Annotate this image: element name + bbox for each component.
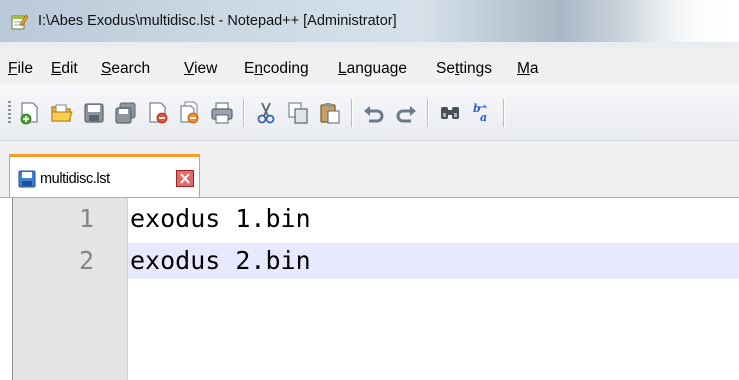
menu-search[interactable]: Search bbox=[101, 60, 150, 78]
menu-edit[interactable]: Edit bbox=[51, 60, 78, 78]
line-text[interactable]: exodus 1.bin bbox=[130, 204, 311, 233]
toolbar-grip[interactable] bbox=[8, 101, 11, 125]
line-text[interactable]: exodus 2.bin bbox=[130, 246, 311, 275]
tab-close-icon[interactable] bbox=[176, 170, 194, 187]
menu-macro[interactable]: Ma bbox=[517, 60, 539, 78]
editor-line[interactable]: 1 exodus 1.bin bbox=[0, 201, 739, 237]
close-icon[interactable] bbox=[146, 101, 170, 125]
save-all-icon[interactable] bbox=[114, 101, 138, 125]
cut-icon[interactable] bbox=[254, 101, 278, 125]
menu-bar: File Edit Search View Encoding Language … bbox=[0, 56, 739, 84]
floppy-disk-icon bbox=[18, 170, 36, 188]
new-file-icon[interactable] bbox=[18, 101, 42, 125]
copy-icon[interactable] bbox=[286, 101, 310, 125]
redo-icon[interactable] bbox=[394, 101, 418, 125]
close-all-icon[interactable] bbox=[178, 101, 202, 125]
menu-view[interactable]: View bbox=[184, 60, 217, 78]
notepad-plus-plus-icon bbox=[11, 14, 28, 30]
title-bar: I:\Abes Exodus\multidisc.lst - Notepad++… bbox=[0, 0, 739, 42]
editor-area[interactable]: 1 exodus 1.bin 2 exodus 2.bin bbox=[0, 198, 739, 380]
window-title: I:\Abes Exodus\multidisc.lst - Notepad++… bbox=[38, 13, 397, 29]
tab-multidisc-lst[interactable]: multidisc.lst bbox=[9, 154, 200, 197]
tab-label: multidisc.lst bbox=[40, 171, 110, 187]
line-number: 2 bbox=[78, 246, 94, 275]
editor-line-current[interactable]: 2 exodus 2.bin bbox=[0, 243, 739, 279]
svg-text:a: a bbox=[480, 111, 487, 124]
undo-icon[interactable] bbox=[362, 101, 386, 125]
notepad-plus-plus-window: I:\Abes Exodus\multidisc.lst - Notepad++… bbox=[0, 0, 739, 380]
menu-file[interactable]: File bbox=[8, 60, 33, 78]
print-icon[interactable] bbox=[210, 101, 234, 125]
tab-bar: multidisc.lst bbox=[0, 141, 739, 198]
replace-icon[interactable]: b a bbox=[470, 101, 494, 125]
save-icon[interactable] bbox=[82, 101, 106, 125]
menu-settings[interactable]: Settings bbox=[436, 60, 492, 78]
find-icon[interactable] bbox=[438, 101, 462, 125]
line-number: 1 bbox=[78, 204, 94, 233]
toolbar: b a bbox=[0, 84, 739, 141]
menu-language[interactable]: Language bbox=[338, 60, 407, 78]
menu-encoding[interactable]: Encoding bbox=[244, 60, 309, 78]
open-file-icon[interactable] bbox=[50, 101, 74, 125]
paste-icon[interactable] bbox=[318, 101, 342, 125]
